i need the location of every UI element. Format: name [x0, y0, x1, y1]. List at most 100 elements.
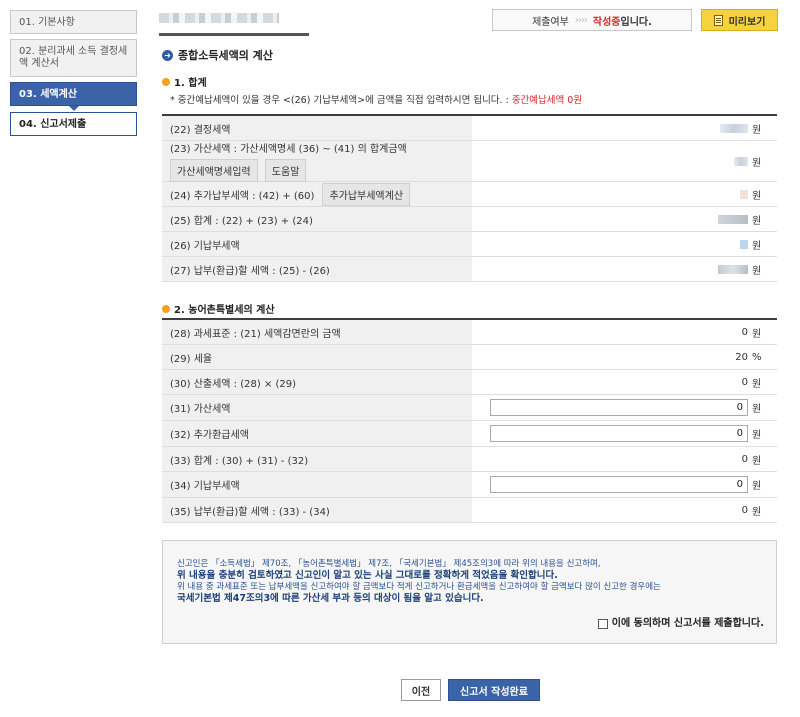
- row-value: 원: [472, 207, 777, 231]
- table-row: (28) 과세표준 : (21) 세액감면란의 금액 0원: [162, 320, 777, 345]
- table-row: (30) 산출세액 : (28) × (29) 0원: [162, 370, 777, 395]
- prev-button[interactable]: 이전: [401, 679, 441, 701]
- step-label: 04. 신고서제출: [19, 119, 87, 130]
- table-row: (35) 납부(환급)할 세액 : (33) - (34) 0원: [162, 498, 777, 523]
- agree-checkbox-row[interactable]: 이에 동의하며 신고서를 제출합니다.: [597, 618, 764, 629]
- masked-value: [718, 214, 748, 224]
- step-label: 02. 분리과세 소득 결정세액 계산서: [19, 46, 128, 69]
- table-row: (23) 가산세액 : 가산세액명세 (36) ~ (41) 의 합계금액 가산…: [162, 141, 777, 182]
- table-row: (31) 가산세액 0원: [162, 395, 777, 421]
- declaration-box: 신고인은 「소득세법」 제70조, 「농어촌특별세법」 제7조, 「국세기본법」…: [162, 540, 777, 644]
- row-value: 0원: [472, 370, 777, 394]
- row-label: (24) 추가납부세액 : (42) + (60): [170, 190, 315, 202]
- status-arrows-icon: ››››: [574, 14, 588, 26]
- additional-payment-button[interactable]: 추가납부세액계산: [322, 182, 411, 206]
- step-return-submit[interactable]: 04. 신고서제출: [10, 112, 137, 136]
- table-row: (33) 합계 : (30) + (31) - (32) 0원: [162, 447, 777, 472]
- prepayment-note: * 중간예납세액이 있을 경우 <(26) 기납부세액>에 금액을 직접 입력하…: [170, 92, 582, 106]
- declaration-line: 신고인은 「소득세법」 제70조, 「농어촌특별세법」 제7조, 「국세기본법」…: [177, 559, 601, 569]
- masked-value: [740, 189, 748, 199]
- penalty-tax-input[interactable]: 0: [490, 399, 748, 416]
- section-title: ➜ 종합소득세액의 계산: [162, 47, 273, 63]
- submission-status: 제출여부 ›››› 작성중입니다.: [492, 9, 692, 31]
- row-label: (29) 세율: [162, 345, 472, 369]
- declaration-line: 위 내용 중 과세표준 또는 납부세액을 신고하여야 할 금액보다 적게 신고하…: [177, 582, 661, 592]
- row-value: 원: [472, 182, 777, 206]
- header-underline: [159, 33, 309, 36]
- step-tax-calculation[interactable]: 03. 세액계산: [10, 82, 137, 106]
- complete-return-button[interactable]: 신고서 작성완료: [448, 679, 540, 701]
- row-label-cell: (23) 가산세액 : 가산세액명세 (36) ~ (41) 의 합계금액 가산…: [162, 141, 472, 182]
- row-value: 0원: [472, 395, 777, 420]
- unit: 원: [752, 265, 762, 277]
- unit: 원: [752, 190, 762, 202]
- circle-arrow-icon: ➜: [162, 49, 173, 61]
- status-suffix: 입니다.: [620, 16, 652, 28]
- value-text: 0: [741, 453, 748, 465]
- row-value: 0원: [472, 320, 777, 344]
- row-label-cell: (24) 추가납부세액 : (42) + (60) 추가납부세액계산: [162, 182, 472, 206]
- row-label: (30) 산출세액 : (28) × (29): [162, 370, 472, 394]
- row-value: 20%: [472, 345, 777, 369]
- masked-value: [734, 156, 748, 166]
- agree-checkbox-label: 이에 동의하며 신고서를 제출합니다.: [611, 618, 764, 629]
- row-value: 원: [472, 141, 777, 181]
- tax-total-table: (22) 결정세액 원 (23) 가산세액 : 가산세액명세 (36) ~ (4…: [162, 114, 777, 282]
- table-row: (29) 세율 20%: [162, 345, 777, 370]
- row-value: 0원: [472, 472, 777, 497]
- unit: 원: [752, 328, 762, 340]
- value-text: 0: [741, 376, 748, 388]
- masked-value: [718, 264, 748, 274]
- row-label: (28) 과세표준 : (21) 세액감면란의 금액: [162, 320, 472, 344]
- row-label: (34) 기납부세액: [162, 472, 472, 497]
- subsection-title: 1. 합계: [174, 78, 207, 89]
- subsection-title: 2. 농어촌특별세의 계산: [174, 305, 275, 316]
- row-value: 0원: [472, 421, 777, 446]
- unit: 원: [752, 430, 762, 441]
- step-label: 03. 세액계산: [19, 89, 77, 100]
- row-value: 0원: [472, 498, 777, 522]
- value-text: 0: [741, 504, 748, 516]
- masked-value: [740, 239, 748, 249]
- table-row: (27) 납부(환급)할 세액 : (25) - (26) 원: [162, 257, 777, 282]
- table-row: (22) 결정세액 원: [162, 116, 777, 141]
- row-value: 원: [472, 257, 777, 281]
- unit: 원: [752, 157, 762, 169]
- row-label: (23) 가산세액 : 가산세액명세 (36) ~ (41) 의 합계금액: [170, 144, 407, 155]
- additional-refund-input[interactable]: 0: [490, 425, 748, 442]
- help-button[interactable]: 도움말: [264, 159, 307, 182]
- table-row: (25) 합계 : (22) + (23) + (24) 원: [162, 207, 777, 232]
- subsection-total: 1. 합계: [162, 74, 207, 89]
- row-value: 원: [472, 232, 777, 256]
- table-row: (32) 추가환급세액 0원: [162, 421, 777, 447]
- note-text: * 중간예납세액이 있을 경우 <(26) 기납부세액>에 금액을 직접 입력하…: [170, 95, 512, 106]
- unit: 원: [752, 455, 762, 467]
- unit: 원: [752, 506, 762, 518]
- step-basic-info[interactable]: 01. 기본사항: [10, 10, 137, 34]
- table-row: (34) 기납부세액 0원: [162, 472, 777, 498]
- step-sidebar: 01. 기본사항 02. 분리과세 소득 결정세액 계산서 03. 세액계산 0…: [10, 10, 137, 141]
- prepaid-tax-input[interactable]: 0: [490, 476, 748, 493]
- unit: 원: [752, 404, 762, 415]
- unit: 원: [752, 378, 762, 390]
- agree-checkbox[interactable]: [597, 618, 608, 629]
- step-label: 01. 기본사항: [19, 17, 75, 28]
- step-down-arrow-icon: [68, 106, 79, 111]
- blurred-logo: [159, 13, 279, 23]
- value-text: 20: [735, 351, 748, 363]
- preview-button[interactable]: 미리보기: [701, 9, 778, 31]
- unit: 원: [752, 215, 762, 227]
- document-icon: [713, 14, 723, 26]
- row-value: 원: [472, 116, 777, 140]
- preview-label: 미리보기: [728, 16, 766, 28]
- masked-value: [720, 123, 748, 133]
- row-label: (35) 납부(환급)할 세액 : (33) - (34): [162, 498, 472, 522]
- step-separate-tax[interactable]: 02. 분리과세 소득 결정세액 계산서: [10, 39, 137, 77]
- unit: 원: [752, 240, 762, 252]
- section-title-text: 종합소득세액의 계산: [178, 49, 273, 62]
- penalty-detail-button[interactable]: 가산세액명세입력: [170, 159, 258, 182]
- row-buttons: 가산세액명세입력 도움말: [170, 159, 464, 182]
- unit: 원: [752, 481, 762, 492]
- table-row: (26) 기납부세액 원: [162, 232, 777, 257]
- row-value: 0원: [472, 447, 777, 471]
